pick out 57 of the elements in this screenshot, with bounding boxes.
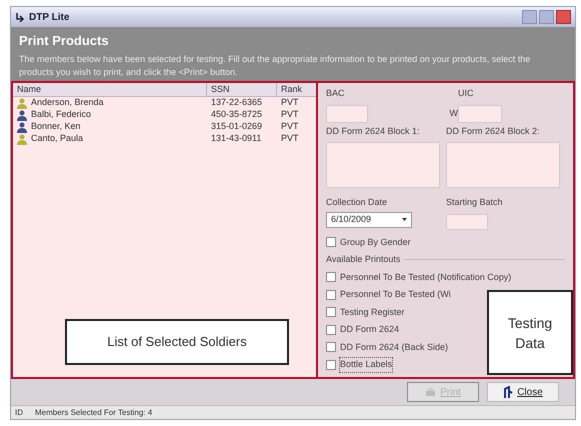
checkbox-label: Bottle Labels (340, 358, 392, 372)
ssn-cell-text: 450-35-8725 (210, 108, 264, 122)
header-description: The members below have been selected for testing. Fill out the appropriate information to be printed on your products, select the products you wish to print, and click the <Print> button. (19, 52, 532, 78)
rank-cell-text: PVT (280, 132, 299, 146)
uic-prefix: W (448, 106, 458, 120)
checkbox-label: Personnel To Be Tested (Notification Copy) (340, 270, 512, 284)
soldier-name: Anderson, Brenda (31, 96, 104, 110)
collection-date-label: Collection Date (326, 196, 388, 209)
callout-label: List of Selected Soldiers (65, 319, 289, 365)
minimize-button[interactable] (522, 10, 537, 24)
checkbox[interactable] (326, 307, 336, 318)
rank-cell-text: PVT (280, 108, 299, 122)
callout-label: Testing Data (487, 290, 573, 375)
header-title: Print Products (19, 32, 110, 50)
printouts-title: Available Printouts (326, 253, 400, 266)
checkbox-label: Group By Gender (340, 236, 411, 249)
column-header[interactable]: Rank (277, 82, 302, 96)
soldier-name: Bonner, Ken (31, 120, 81, 134)
rank-cell-text: PVT (280, 120, 299, 134)
soldier-name: Canto, Paula (31, 132, 84, 146)
block-1-field[interactable] (326, 142, 440, 188)
column-header[interactable]: SSN (207, 82, 277, 96)
checkbox-label: Personnel To Be Tested (Wi (340, 288, 451, 301)
maximize-button[interactable] (539, 10, 554, 24)
exit-icon (503, 386, 514, 398)
starting-batch-label: Starting Batch (446, 196, 503, 209)
starting-batch-field[interactable] (446, 214, 488, 230)
checkbox[interactable] (326, 290, 336, 300)
printer-icon (425, 387, 436, 397)
uic-label: UIC (458, 87, 474, 100)
status-message: Members Selected For Testing: 4 (35, 406, 152, 418)
close-window-button[interactable]: Close (487, 382, 559, 402)
close-button[interactable] (556, 10, 571, 24)
checkbox-label: DD Form 2624 (340, 323, 400, 336)
checkbox[interactable] (326, 360, 336, 370)
app-icon (15, 12, 25, 22)
checkbox[interactable] (326, 342, 336, 352)
checkbox[interactable] (326, 272, 336, 282)
checkbox[interactable] (326, 237, 336, 248)
bac-label: BAC (326, 87, 346, 100)
bac-field[interactable] (326, 104, 368, 122)
block-2-label: DD Form 2624 Block 2: (446, 124, 541, 138)
column-header[interactable]: Name (13, 82, 207, 96)
checkbox-label: Testing Register (340, 306, 405, 319)
status-id: ID (15, 406, 23, 418)
window-title: DTP Lite (29, 10, 70, 24)
block-2-field[interactable] (446, 142, 560, 188)
ssn-cell-text: 131-43-0911 (210, 132, 262, 146)
uic-field[interactable] (458, 104, 502, 122)
checkbox[interactable] (326, 324, 336, 335)
block-1-label: DD Form 2624 Block 1: (326, 124, 421, 138)
rank-cell-text: PVT (280, 96, 299, 110)
ssn-cell-text: 137-22-6365 (210, 96, 264, 110)
date-dropdown[interactable]: 6/10/2009 (326, 212, 412, 228)
checkbox-label: DD Form 2624 (Back Side) (340, 340, 448, 354)
soldier-name: Balbi, Federico (31, 108, 92, 122)
ssn-cell-text: 315-01-0269 (210, 120, 264, 134)
